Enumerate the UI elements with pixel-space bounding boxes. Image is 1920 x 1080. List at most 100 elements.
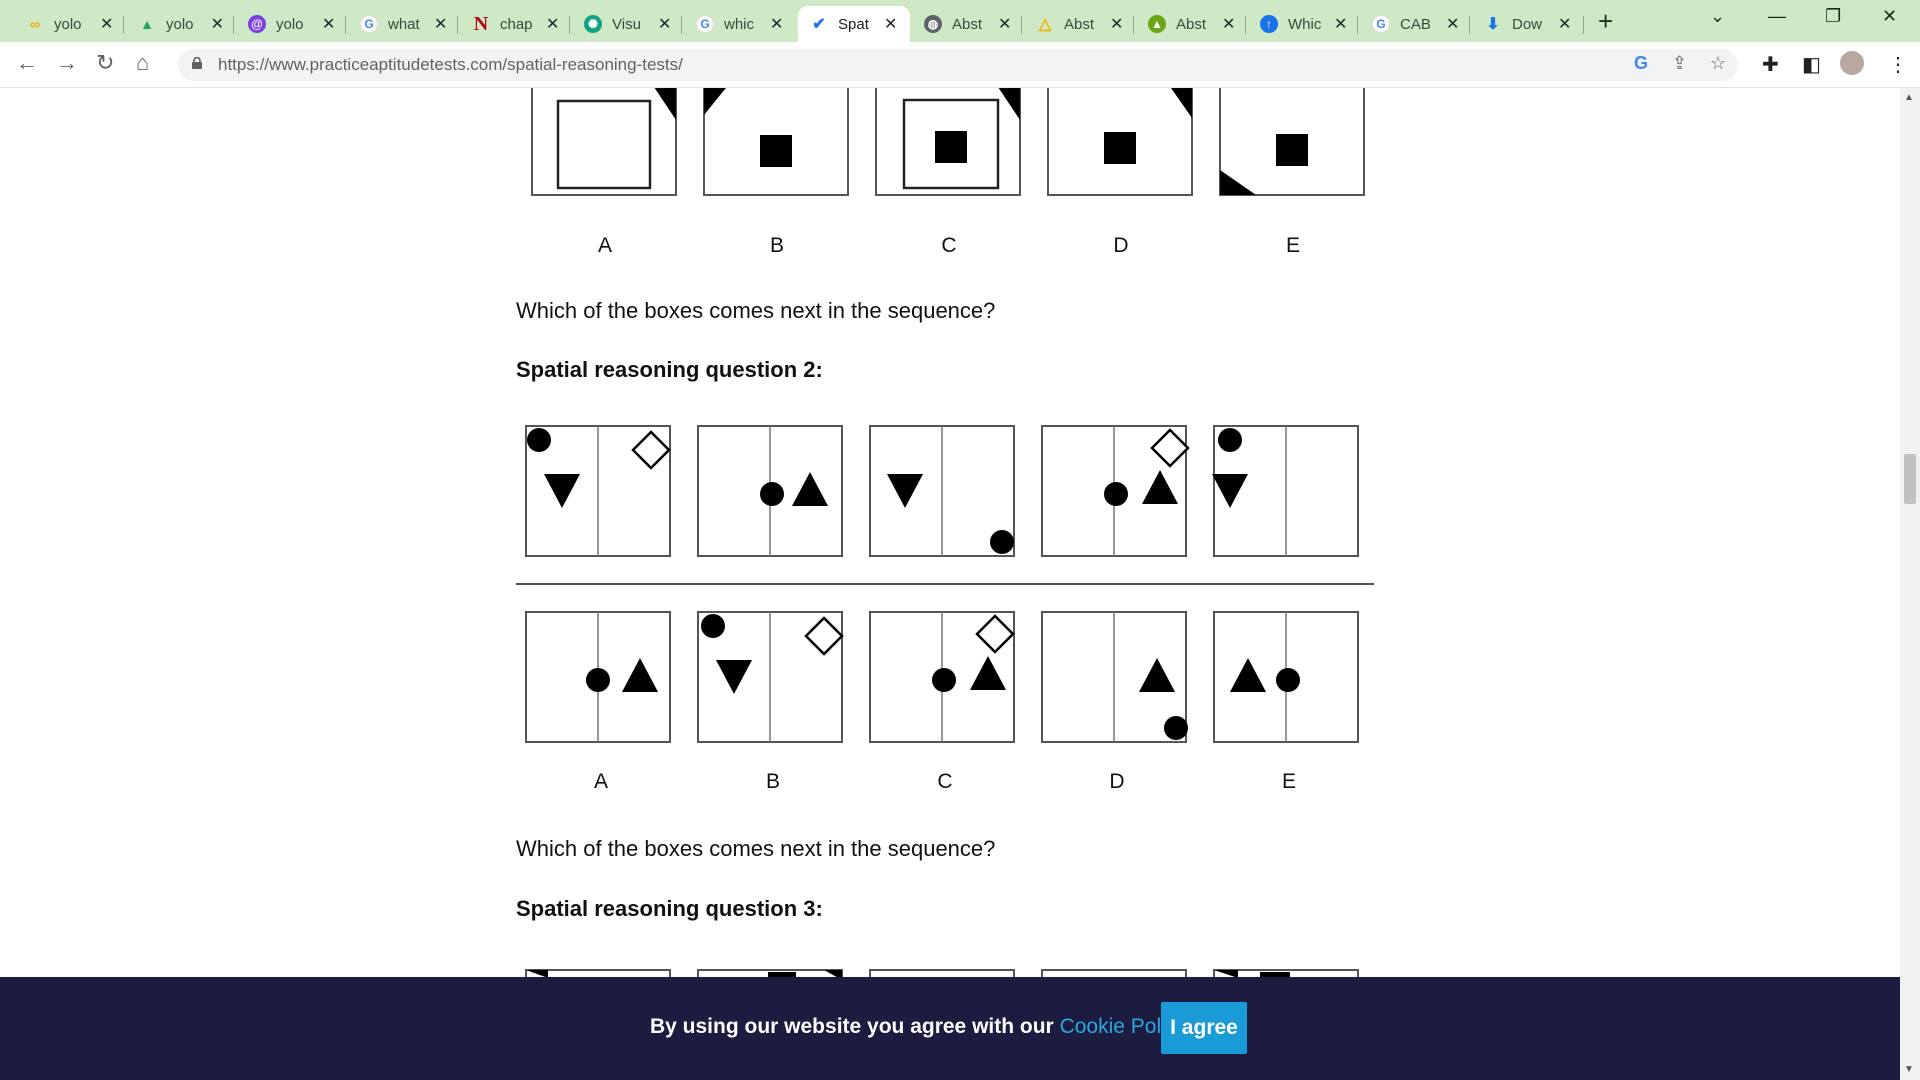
q1-option-d-label: D [1113, 234, 1129, 257]
scroll-up-icon[interactable]: ▲ [1904, 92, 1914, 103]
q2-sequence-box-5 [1212, 425, 1359, 557]
google-icon: G [1372, 15, 1390, 33]
browser-tab[interactable]: ↑ Whic ✕ [1248, 6, 1358, 42]
close-icon[interactable]: ✕ [1110, 14, 1123, 34]
q2-option-d-figure [1041, 611, 1188, 743]
browser-tab[interactable]: ▲ Abst ✕ [1136, 6, 1246, 42]
browser-tab[interactable]: G whic ✕ [684, 6, 794, 42]
netflix-icon: N [473, 12, 489, 35]
cookie-banner: By using our website you agree with our … [0, 977, 1900, 1080]
google-translate-icon[interactable]: G [1634, 53, 1648, 74]
q2-option-c-label: C [937, 770, 953, 793]
q1-option-a-figure [531, 88, 677, 196]
cookie-message-text: By using our website you agree with our [650, 1015, 1054, 1038]
browser-tab[interactable]: G what ✕ [348, 6, 458, 42]
browser-tab[interactable]: @ yolo ✕ [236, 6, 346, 42]
check-icon: ✔ [812, 16, 826, 33]
q2-option-a-figure [525, 611, 671, 743]
url-text: https://www.practiceaptitudetests.com/sp… [218, 55, 683, 74]
openai-icon: ✺ [584, 15, 602, 33]
close-icon[interactable]: ✕ [100, 14, 113, 34]
close-icon[interactable]: ✕ [884, 14, 897, 34]
q1-option-b-label: B [769, 234, 784, 257]
bookmark-star-icon[interactable]: ☆ [1710, 53, 1726, 74]
close-icon[interactable]: ✕ [322, 14, 335, 34]
q2-option-b-figure [697, 611, 844, 743]
globe-icon: ◍ [924, 15, 942, 33]
browser-tab[interactable]: ∞ yolo ✕ [14, 6, 124, 42]
q2-sequence-box-3 [869, 425, 1015, 557]
browser-tab[interactable]: G CAB ✕ [1360, 6, 1470, 42]
q2-answer-figures [525, 611, 1359, 743]
scroll-down-icon[interactable]: ▼ [1904, 1064, 1914, 1075]
triangle-icon: △ [1038, 16, 1052, 33]
q2-option-b-label: B [765, 770, 780, 793]
browser-tab[interactable]: ⬇ Dow ✕ [1472, 6, 1584, 42]
q2-option-a-label: A [593, 770, 608, 793]
close-icon[interactable]: ✕ [998, 14, 1011, 34]
colab-icon: ∞ [30, 16, 40, 32]
q2-divider [516, 583, 1374, 585]
q2-sequence-figures [525, 425, 1359, 557]
q2-prompt: Which of the boxes comes next in the seq… [516, 836, 996, 861]
q2-option-e-label: E [1281, 770, 1296, 793]
close-icon[interactable]: ✕ [1334, 14, 1347, 34]
tab-strip: ∞ yolo ✕ ▲ yolo ✕ @ yolo ✕ G what ✕ N ch… [0, 0, 1920, 42]
home-icon[interactable]: ⌂ [136, 50, 149, 76]
reload-icon[interactable]: ↻ [96, 50, 114, 76]
q1-option-a-label: A [597, 234, 612, 257]
address-bar[interactable]: https://www.practiceaptitudetests.com/sp… [178, 49, 1738, 81]
q1-option-c-figure [875, 88, 1021, 196]
download-icon: ⬇ [1486, 16, 1500, 33]
q2-option-d-label: D [1109, 770, 1125, 793]
link-icon: @ [248, 15, 266, 33]
side-panel-icon[interactable]: ◧ [1802, 52, 1821, 77]
window-close-icon[interactable]: ✕ [1882, 6, 1897, 27]
browser-tab-active[interactable]: ✔ Spat ✕ [798, 6, 910, 42]
q2-heading: Spatial reasoning question 2: [516, 357, 823, 382]
q1-option-b-figure [703, 88, 849, 196]
cookie-message: By using our website you agree with our … [650, 1015, 1191, 1039]
extensions-icon[interactable]: ✚ [1762, 52, 1779, 77]
browser-tab[interactable]: △ Abst ✕ [1024, 6, 1134, 42]
q1-option-c-label: C [941, 234, 957, 257]
share-icon[interactable]: ⇪ [1672, 53, 1687, 74]
new-tab-plus-icon[interactable]: + [1598, 8, 1613, 34]
close-icon[interactable]: ✕ [1222, 14, 1235, 34]
avatar[interactable] [1840, 51, 1864, 75]
google-icon: G [360, 15, 378, 33]
q2-option-c-figure [869, 611, 1015, 743]
forward-icon[interactable]: → [56, 50, 78, 76]
agree-button[interactable]: I agree [1161, 1002, 1247, 1054]
close-icon[interactable]: ✕ [1558, 14, 1571, 34]
minimize-icon[interactable]: — [1768, 6, 1786, 27]
restore-icon[interactable]: ❐ [1825, 6, 1841, 27]
lock-icon [192, 57, 202, 69]
q1-prompt: Which of the boxes comes next in the seq… [516, 298, 996, 323]
q2-option-e-figure [1213, 611, 1359, 743]
q1-option-e-figure [1219, 88, 1365, 196]
upload-icon: ↑ [1260, 15, 1278, 33]
q1-answer-figures [531, 88, 1365, 196]
close-icon[interactable]: ✕ [1446, 14, 1459, 34]
q2-sequence-box-1 [525, 425, 671, 557]
q2-sequence-box-2 [697, 425, 843, 557]
q3-heading: Spatial reasoning question 3: [516, 896, 823, 921]
close-icon[interactable]: ✕ [658, 14, 671, 34]
browser-tab[interactable]: N chap ✕ [460, 6, 570, 42]
back-icon[interactable]: ← [16, 50, 38, 76]
close-icon[interactable]: ✕ [211, 14, 224, 34]
browser-tab[interactable]: ✺ Visu ✕ [572, 6, 682, 42]
browser-tab[interactable]: ◍ Abst ✕ [912, 6, 1022, 42]
close-icon[interactable]: ✕ [546, 14, 559, 34]
close-icon[interactable]: ✕ [434, 14, 447, 34]
browser-tab[interactable]: ▲ yolo ✕ [126, 6, 234, 42]
q1-option-d-figure [1047, 88, 1193, 196]
menu-kebab-icon[interactable]: ⋮ [1888, 52, 1908, 77]
tree-icon: ▲ [1148, 15, 1166, 33]
drive-icon: ▲ [140, 16, 154, 32]
close-icon[interactable]: ✕ [770, 14, 783, 34]
page-scrollbar[interactable]: ▲ ▼ [1900, 88, 1920, 1080]
scroll-thumb[interactable] [1904, 454, 1916, 504]
tab-search-chevron-icon[interactable]: ⌄ [1710, 6, 1725, 27]
